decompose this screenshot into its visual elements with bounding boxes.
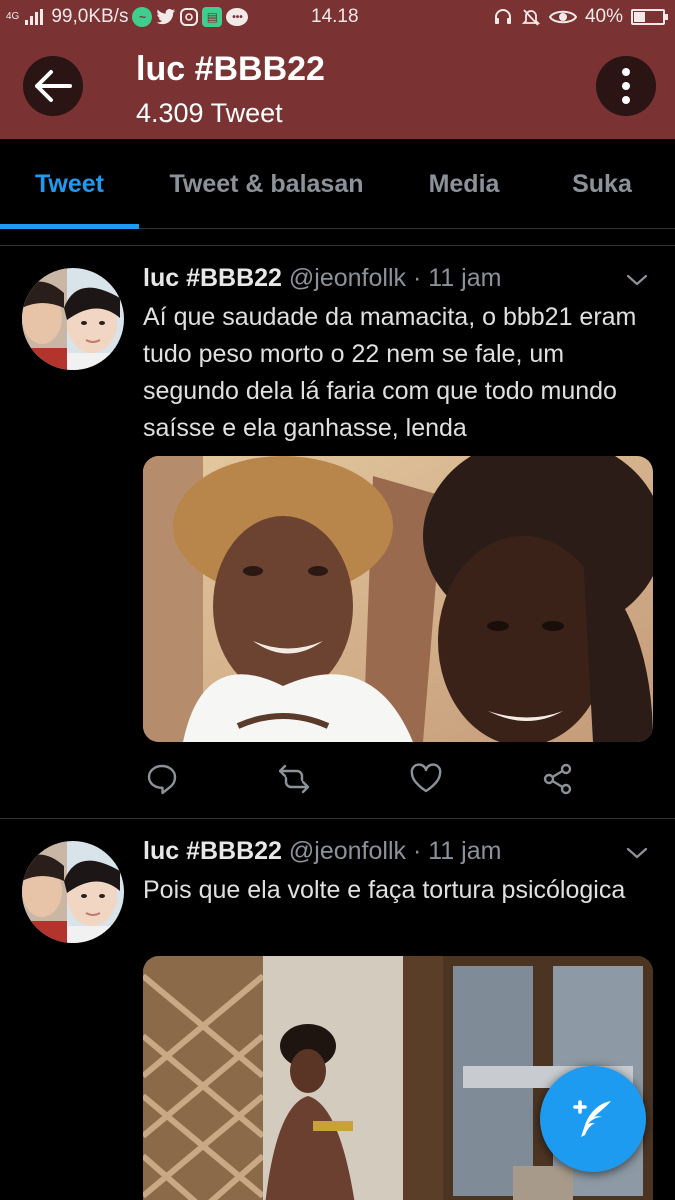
tab-tweet-replies[interactable]: Tweet & balasan [139, 139, 394, 229]
headset-icon [494, 9, 511, 24]
reply-icon[interactable] [145, 762, 179, 796]
share-icon[interactable] [541, 762, 575, 796]
like-icon[interactable] [409, 762, 443, 796]
tweet-text: Pois que ela volte e faça tortura psicól… [143, 876, 626, 904]
tab-media[interactable]: Media [394, 139, 534, 229]
status-bar: 4G 99,0KB/s ~ ▤ ••• 14.18 40% [0, 0, 675, 34]
dot-icon [622, 96, 630, 104]
tweet-time: 11 jam [428, 837, 502, 865]
dot-icon [622, 82, 630, 90]
separator: · [412, 837, 422, 865]
tweet-text: Aí que saudade da mamacita, o bbb21 eram… [143, 303, 637, 442]
mute-icon [521, 9, 541, 26]
tweet-count: 4.309 Tweet [136, 98, 283, 128]
network-type: 4G [6, 11, 20, 22]
user-handle[interactable]: @jeonfollk [289, 837, 406, 865]
arrow-left-icon [35, 70, 72, 102]
clock: 14.18 [311, 6, 359, 27]
dot-icon [622, 68, 630, 76]
back-button[interactable] [23, 56, 83, 116]
more-options-button[interactable] [596, 56, 656, 116]
signal-icon [25, 9, 44, 25]
profile-tabs: Tweet Tweet & balasan Media Suka [0, 139, 675, 229]
battery-percent: 40% [584, 6, 623, 27]
network-speed: 99,0KB/s [51, 6, 129, 27]
chevron-down-icon[interactable] [625, 268, 649, 292]
messenger-icon: ~ [132, 7, 153, 27]
tab-likes[interactable]: Suka [534, 139, 670, 229]
eye-icon [548, 10, 577, 24]
retweet-icon[interactable] [277, 762, 311, 796]
user-handle[interactable]: @jeonfollk [289, 264, 406, 292]
profile-title: luc #BBB22 [136, 50, 325, 88]
tweet-image[interactable] [143, 456, 653, 742]
tweet-time: 11 jam [428, 264, 502, 292]
active-tab-indicator [0, 224, 139, 229]
tweet-actions [143, 762, 653, 802]
avatar[interactable] [22, 841, 124, 943]
tweet-header: luc #BBB22 @jeonfollk · 11 jam [143, 837, 501, 866]
compose-feather-icon [573, 1100, 611, 1137]
display-name[interactable]: luc #BBB22 [143, 264, 282, 292]
profile-header: luc #BBB22 4.309 Tweet [0, 34, 675, 139]
tweet-header: luc #BBB22 @jeonfollk · 11 jam [143, 264, 501, 293]
twitter-icon [156, 7, 176, 27]
instagram-icon [180, 8, 199, 26]
tweet[interactable]: luc #BBB22 @jeonfollk · 11 jam Aí que sa… [0, 246, 675, 818]
display-name[interactable]: luc #BBB22 [143, 837, 282, 865]
line-icon: ▤ [202, 7, 223, 27]
tab-tweet[interactable]: Tweet [0, 139, 139, 229]
separator: · [412, 264, 422, 292]
avatar[interactable] [22, 268, 124, 370]
chevron-down-icon[interactable] [625, 841, 649, 865]
battery-icon [631, 9, 668, 25]
compose-tweet-button[interactable] [540, 1066, 646, 1172]
chat-icon: ••• [226, 8, 249, 26]
